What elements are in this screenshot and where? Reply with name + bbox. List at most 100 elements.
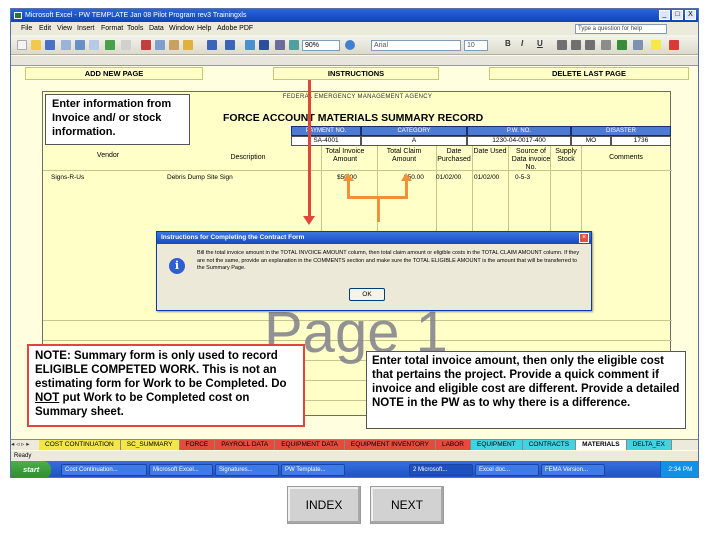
redo-icon[interactable] [225, 40, 235, 50]
sheet-tab[interactable]: EQUIPMENT DATA [275, 440, 345, 450]
next-button[interactable]: NEXT [370, 486, 444, 524]
menu-insert[interactable]: Insert [77, 22, 95, 35]
info-icon: i [169, 258, 185, 274]
font-color-icon[interactable] [669, 40, 679, 50]
category-label: CATEGORY [361, 126, 467, 136]
new-icon[interactable] [17, 40, 27, 50]
research-icon[interactable] [121, 40, 131, 50]
fill-color-icon[interactable] [651, 40, 661, 50]
menu-format[interactable]: Format [101, 22, 123, 35]
col-total-claim: Total Claim Amount [386, 148, 422, 163]
instructions-button[interactable]: INSTRUCTIONS [273, 67, 439, 80]
start-button[interactable]: start [11, 461, 51, 477]
permission-icon[interactable] [61, 40, 71, 50]
print-preview-icon[interactable] [89, 40, 99, 50]
cell-used[interactable]: 01/02/00 [474, 174, 499, 181]
ask-question-input[interactable]: Type a question for help [575, 24, 667, 34]
taskbar-item[interactable]: 2 Microsoft... [409, 464, 473, 476]
taskbar-item[interactable]: Cost Continuation... [61, 464, 147, 476]
sheet-tab[interactable]: COST CONTINUATION [39, 440, 121, 450]
menu-adobe-pdf[interactable]: Adobe PDF [217, 22, 253, 35]
chart-wizard-icon[interactable] [289, 40, 299, 50]
undo-icon[interactable] [207, 40, 217, 50]
sheet-tab[interactable]: PAYROLL DATA [215, 440, 276, 450]
format-painter-icon[interactable] [183, 40, 193, 50]
font-select[interactable]: Arial [371, 40, 461, 51]
summary-note-callout: NOTE: Summary form is only used to recor… [27, 344, 305, 427]
borders-icon[interactable] [633, 40, 643, 50]
spelling-icon[interactable] [105, 40, 115, 50]
taskbar-item[interactable]: Signatures... [215, 464, 279, 476]
underline-button[interactable]: U [537, 39, 543, 48]
total-invoice-callout: Enter total invoice amount, then only th… [366, 351, 686, 429]
autosum-icon[interactable] [259, 40, 269, 50]
index-button[interactable]: INDEX [287, 486, 361, 524]
font-size-select[interactable]: 10 [464, 40, 488, 51]
menu-edit[interactable]: Edit [39, 22, 51, 35]
tab-list: COST CONTINUATION SC_SUMMARY FORCE PAYROLL … [39, 440, 672, 450]
align-left-icon[interactable] [557, 40, 567, 50]
disaster-value[interactable]: 1736 [611, 136, 671, 146]
sheet-tab[interactable]: MATERIALS [576, 440, 627, 450]
taskbar-item[interactable]: Microsoft Excel... [149, 464, 213, 476]
note-text-end: put Work to be Completed cost on Summary… [35, 392, 250, 418]
align-center-icon[interactable] [571, 40, 581, 50]
menu-view[interactable]: View [57, 22, 72, 35]
dialog-close-icon[interactable]: × [579, 233, 589, 243]
menu-window[interactable]: Window [169, 22, 194, 35]
state-value[interactable]: MO [571, 136, 611, 146]
merge-icon[interactable] [601, 40, 611, 50]
print-icon[interactable] [75, 40, 85, 50]
copy-icon[interactable] [155, 40, 165, 50]
cut-icon[interactable] [141, 40, 151, 50]
taskbar-item[interactable]: PW Template... [281, 464, 345, 476]
payment-no-value[interactable]: SA-4001 [291, 136, 361, 146]
sort-icon[interactable] [275, 40, 285, 50]
bold-button[interactable]: B [505, 39, 511, 48]
cell-source[interactable]: 0-5-3 [515, 174, 530, 181]
amount-bracket-left [347, 180, 350, 198]
sheet-tab[interactable]: SC_SUMMARY [120, 440, 180, 450]
pw-no-value[interactable]: 1230-04-0017-400 [467, 136, 571, 146]
align-right-icon[interactable] [585, 40, 595, 50]
maximize-button[interactable]: □ [672, 10, 683, 20]
tab-scroll-arrows[interactable]: ◂ ◃ ▹ ▸ [11, 440, 39, 450]
status-bar: Ready [11, 451, 698, 461]
cell-vendor[interactable]: Signs-R-Us [51, 174, 84, 181]
help-icon[interactable] [345, 40, 355, 50]
category-value[interactable]: A [361, 136, 467, 146]
col-comments: Comments [609, 154, 643, 161]
close-button[interactable]: X [685, 10, 696, 20]
taskbar-item[interactable]: FEMA Version... [541, 464, 605, 476]
excel-icon [14, 12, 22, 19]
sheet-tab[interactable]: FORCE [179, 440, 216, 450]
save-icon[interactable] [45, 40, 55, 50]
currency-icon[interactable] [617, 40, 627, 50]
menu-data[interactable]: Data [149, 22, 164, 35]
delete-last-page-button[interactable]: DELETE LAST PAGE [489, 67, 689, 80]
paste-icon[interactable] [169, 40, 179, 50]
sheet-tab[interactable]: LABOR [435, 440, 471, 450]
sheet-tab[interactable]: DELTA_EX [626, 440, 672, 450]
menu-tools[interactable]: Tools [127, 22, 143, 35]
window-controls: _ □ X [659, 10, 696, 20]
ok-button[interactable]: OK [349, 288, 385, 301]
taskbar-item[interactable]: Excel doc... [475, 464, 539, 476]
sheet-tab[interactable]: CONTRACTS [522, 440, 577, 450]
sheet-tab[interactable]: EQUIPMENT [471, 440, 523, 450]
menu-file[interactable]: File [21, 22, 32, 35]
cell-description[interactable]: Debris Dump Site Sign [167, 174, 233, 181]
italic-button[interactable]: I [521, 39, 523, 48]
minimize-button[interactable]: _ [659, 10, 670, 20]
menu-help[interactable]: Help [197, 22, 211, 35]
sheet-tab[interactable]: EQUIPMENT INVENTORY [344, 440, 436, 450]
hyperlink-icon[interactable] [245, 40, 255, 50]
col-total-invoice: Total Invoice Amount [325, 148, 365, 163]
zoom-select[interactable]: 90% [302, 40, 340, 51]
amount-bracket-right [405, 180, 408, 198]
add-new-page-button[interactable]: ADD NEW PAGE [25, 67, 203, 80]
windows-taskbar: start Cost Continuation... Microsoft Exc… [11, 461, 698, 477]
note-not: NOT [35, 392, 60, 404]
cell-purchased[interactable]: 01/02/00 [436, 174, 461, 181]
open-icon[interactable] [31, 40, 41, 50]
